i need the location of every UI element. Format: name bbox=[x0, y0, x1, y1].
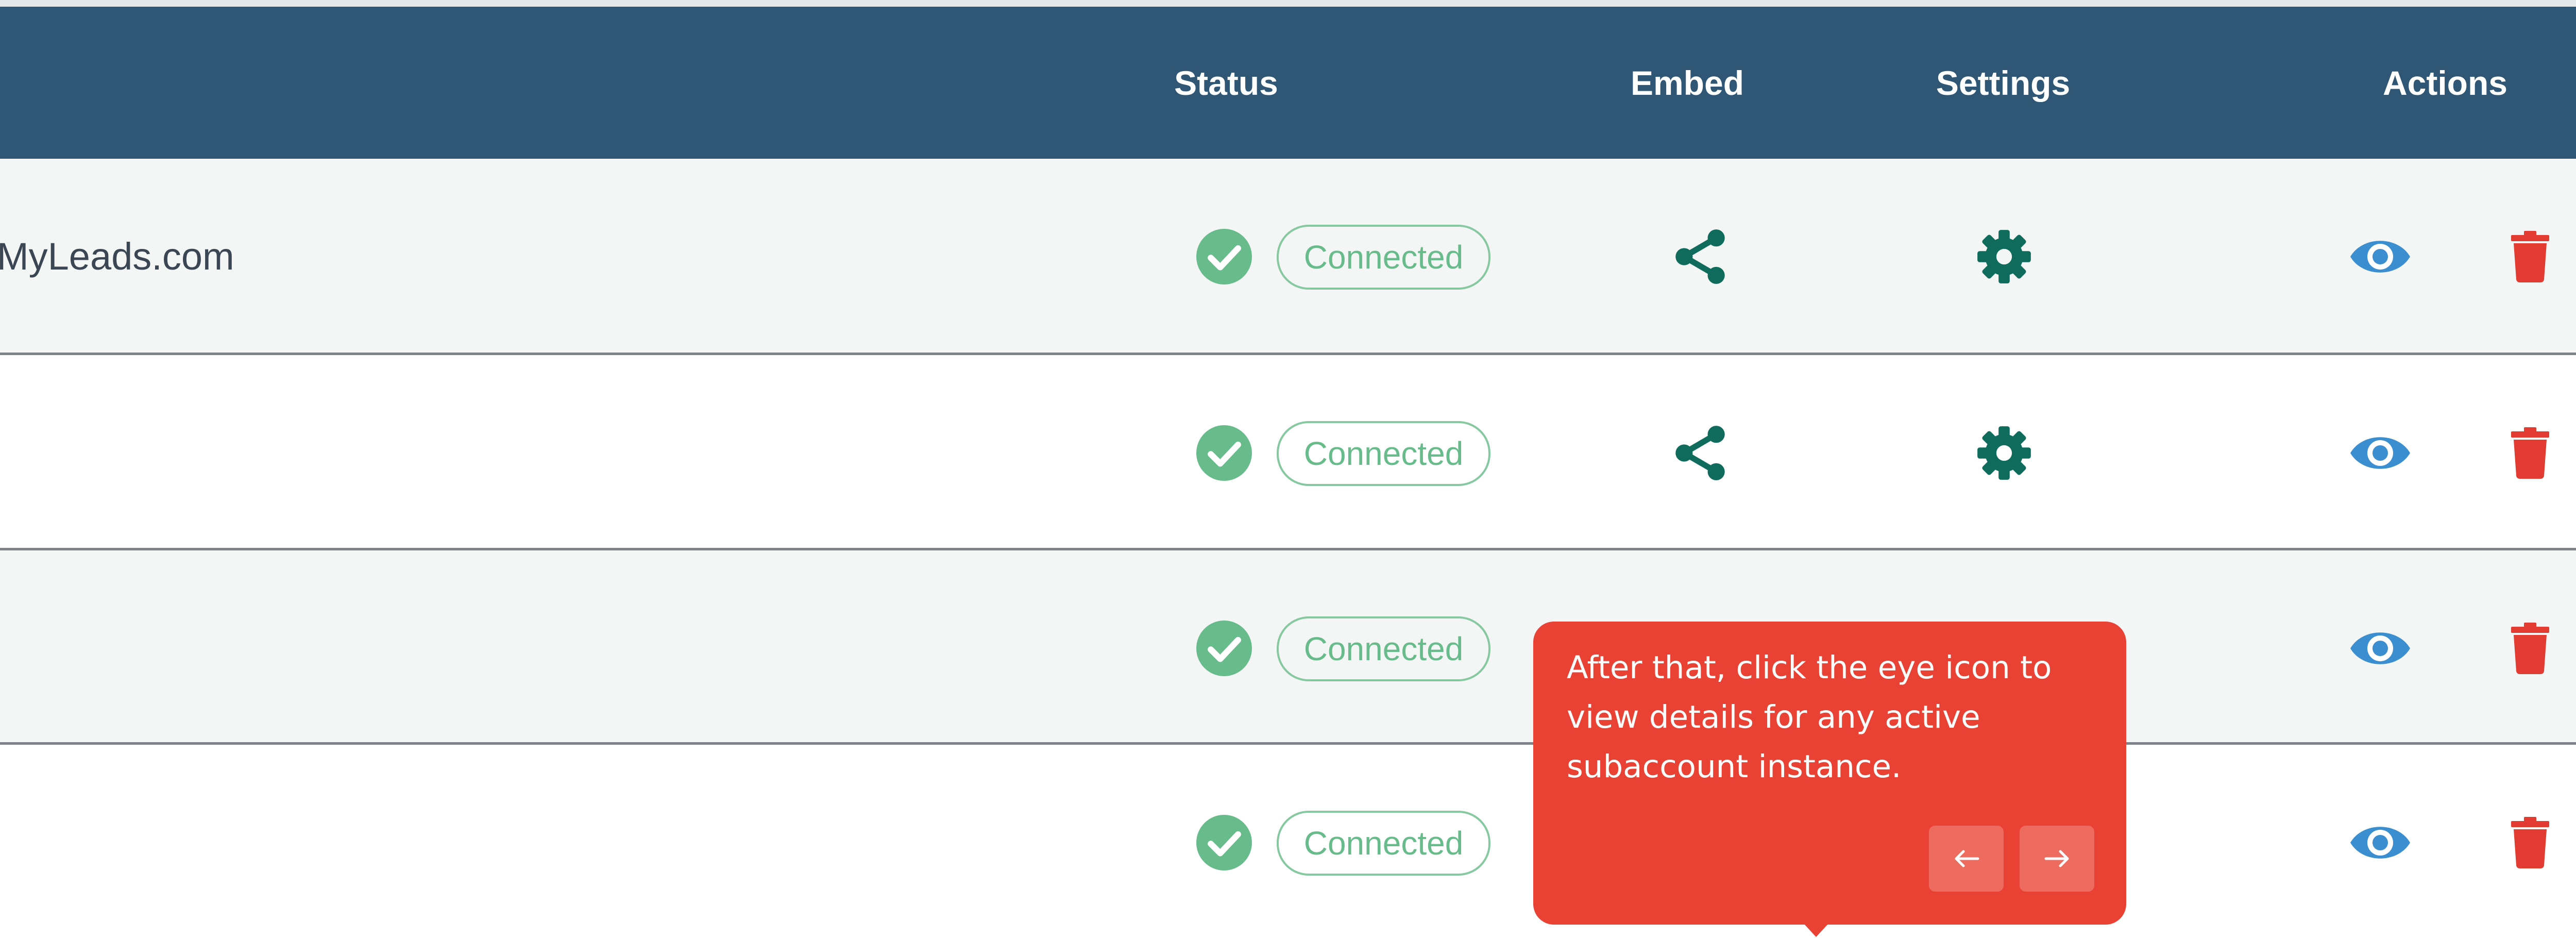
check-circle-icon bbox=[1196, 425, 1252, 481]
eye-icon[interactable] bbox=[2348, 626, 2412, 671]
trash-icon[interactable] bbox=[2510, 230, 2550, 282]
column-header-status: Status bbox=[1174, 63, 1278, 102]
tour-tooltip: After that, click the eye icon to view d… bbox=[1533, 622, 2126, 937]
tooltip-text: After that, click the eye icon to view d… bbox=[1567, 649, 2052, 785]
eye-icon[interactable] bbox=[2348, 431, 2412, 475]
check-circle-icon bbox=[1196, 814, 1252, 870]
eye-icon[interactable] bbox=[2348, 820, 2412, 865]
table-header: Status Embed Settings Actions bbox=[0, 7, 2576, 159]
tooltip-next-button[interactable] bbox=[2020, 826, 2094, 892]
subaccounts-table: Status Embed Settings Actions MyLeads.co… bbox=[0, 7, 2576, 938]
tooltip-pointer bbox=[1804, 924, 1828, 937]
share-icon[interactable] bbox=[1673, 425, 1727, 481]
status-badge: Connected bbox=[1277, 224, 1490, 290]
table-row: Connected bbox=[0, 550, 2576, 746]
arrow-left-icon bbox=[1955, 850, 1979, 867]
status-badge: Connected bbox=[1277, 616, 1490, 681]
column-header-embed: Embed bbox=[1630, 63, 1744, 102]
table-row: Connected bbox=[0, 745, 2576, 938]
gear-icon[interactable] bbox=[1976, 425, 2032, 481]
check-circle-icon bbox=[1196, 228, 1252, 284]
gear-icon[interactable] bbox=[1976, 229, 2032, 284]
trash-icon[interactable] bbox=[2510, 427, 2550, 479]
trash-icon[interactable] bbox=[2510, 622, 2550, 674]
eye-icon[interactable] bbox=[2348, 234, 2412, 279]
table-row: MyLeads.com Connected bbox=[0, 159, 2576, 354]
status-badge: Connected bbox=[1277, 810, 1490, 876]
share-icon[interactable] bbox=[1673, 228, 1727, 285]
table-row: Connected bbox=[0, 355, 2576, 550]
status-badge: Connected bbox=[1277, 421, 1490, 486]
tooltip-prev-button[interactable] bbox=[1929, 826, 2004, 892]
column-header-actions: Actions bbox=[2382, 63, 2508, 102]
trash-icon[interactable] bbox=[2510, 816, 2550, 868]
check-circle-icon bbox=[1196, 620, 1252, 676]
column-header-settings: Settings bbox=[1936, 63, 2071, 102]
subaccount-name: MyLeads.com bbox=[0, 235, 234, 278]
arrow-right-icon bbox=[2044, 850, 2069, 867]
